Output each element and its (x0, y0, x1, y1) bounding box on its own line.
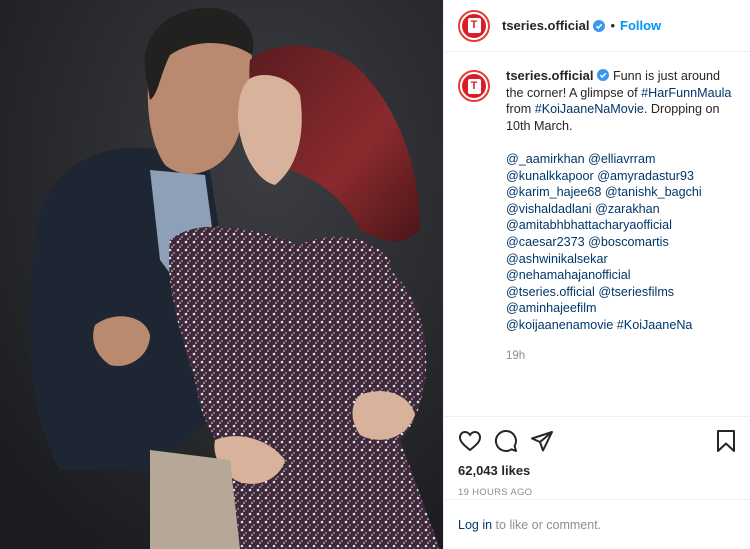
login-prompt: Log in to like or comment. (444, 499, 750, 549)
hashtag-koijaanenamovie[interactable]: #KoiJaaneNaMovie (535, 102, 644, 116)
verified-badge-icon (597, 69, 610, 81)
header-username[interactable]: tseries.official (502, 18, 589, 33)
posted-time: 19 HOURS AGO (458, 487, 533, 498)
tseries-logo-icon: T (462, 13, 486, 38)
tag-line[interactable]: @ashwinikalsekar (506, 251, 734, 268)
follow-button[interactable]: Follow (620, 18, 661, 33)
tag-line[interactable]: @karim_hajee68 @tanishk_bagchi (506, 184, 734, 201)
heart-icon[interactable] (458, 429, 482, 453)
account-avatar[interactable]: T (458, 9, 490, 42)
logo-letter: T (467, 18, 481, 33)
login-link[interactable]: Log in (458, 518, 492, 532)
tag-line[interactable]: @kunalkkapoor @amyradastur93 (506, 168, 734, 185)
post-photo[interactable] (0, 0, 443, 549)
tag-line[interactable]: @_aamirkhan @elliavrram (506, 151, 734, 168)
logo-letter: T (467, 78, 481, 94)
tag-line[interactable]: @nehamahajanofficial (506, 267, 734, 284)
caption-text-mid: from (506, 102, 532, 117)
login-suffix: to like or comment. (495, 517, 602, 532)
caption-avatar[interactable]: T (458, 70, 490, 102)
action-icons (458, 427, 740, 455)
tag-line[interactable]: @vishaldadlani @zarakhan (506, 201, 734, 218)
couple-photo-image (0, 0, 443, 549)
caption-row: T tseries.official Funn is just around t… (458, 68, 734, 364)
post-actions: 62,043 likes 19 HOURS AGO Log in to like… (444, 416, 750, 549)
tag-line[interactable]: @aminhajeefilm (506, 300, 734, 317)
header-separator: • (610, 18, 615, 33)
caption-area: T tseries.official Funn is just around t… (444, 52, 750, 416)
tseries-logo-icon: T (462, 74, 486, 98)
caption-username[interactable]: tseries.official (506, 68, 593, 83)
post-header: T tseries.official • Follow (444, 0, 750, 52)
tag-line[interactable]: @amitabhbhattacharyaofficial (506, 217, 734, 234)
share-icon[interactable] (530, 429, 554, 453)
likes-count[interactable]: 62,043 likes (458, 463, 740, 478)
caption-text: tseries.official Funn is just around the… (506, 68, 734, 364)
tag-line[interactable]: @caesar2373 @boscomartis (506, 234, 734, 251)
hashtag-harfunnmaula[interactable]: #HarFunnMaula (641, 86, 731, 100)
tag-line[interactable]: @koijaanenamovie #KoiJaaneNa (506, 317, 734, 334)
comment-icon[interactable] (494, 429, 518, 453)
tag-line[interactable]: @tseries.official @tseriesfilms (506, 284, 734, 301)
caption-timestamp: 19h (506, 349, 526, 362)
instagram-post: T tseries.official • Follow T tseries.of… (0, 0, 750, 549)
bookmark-icon[interactable] (714, 429, 738, 453)
post-sidebar: T tseries.official • Follow T tseries.of… (443, 0, 750, 549)
verified-badge-icon (593, 19, 606, 32)
